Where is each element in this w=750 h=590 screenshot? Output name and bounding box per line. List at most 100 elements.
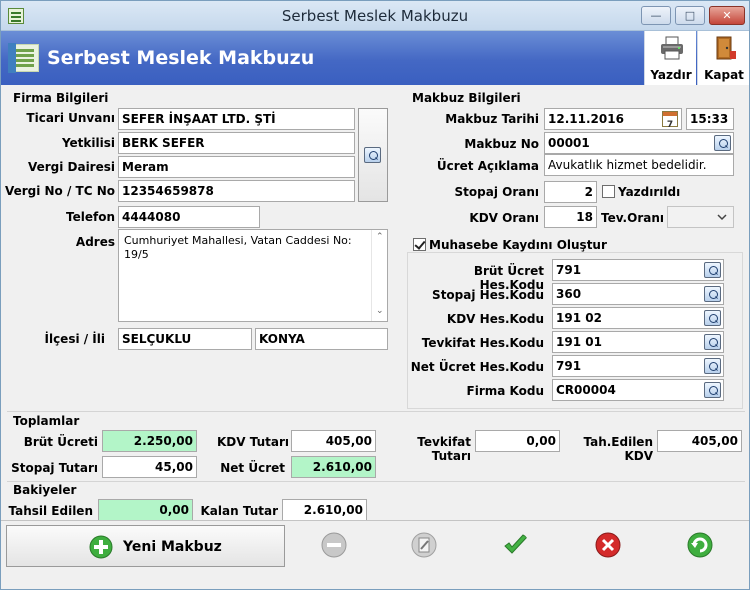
kdv-hes-value: 191 02 [556,311,602,325]
muhasebe-checkbox-label: Muhasebe Kaydını Oluştur [429,238,607,252]
ucret-aciklama-label: Ücret Açıklama [436,159,539,173]
brut-hes-field[interactable]: 791 [552,259,724,281]
form-title: Serbest Meslek Makbuzu [47,47,315,69]
save-button[interactable] [491,524,541,566]
kdv-hes-label: KDV Hes.Kodu [446,312,544,326]
tah-edilen-kdv-field[interactable]: 405,00 [657,430,742,452]
stopaj-hes-field[interactable]: 360 [552,283,724,305]
adres-label: Adres [75,235,115,249]
tah-edilen-kdv-label: Tah.Edilen KDV [583,435,653,463]
kalan-tutar-label: Kalan Tutar [200,504,279,518]
il-field[interactable]: KONYA [255,328,388,350]
net-ucret-label: Net Ücret [220,461,285,475]
adres-scrollbar[interactable]: ⌃ ⌄ [371,230,387,321]
search-icon[interactable] [704,382,721,398]
bakiyeler-section-label: Bakiyeler [13,483,77,497]
calendar-day: 7 [666,120,674,130]
kdv-orani-label: KDV Oranı [469,211,539,225]
makbuz-tarihi-value: 12.11.2016 [548,112,624,126]
new-receipt-button[interactable]: Yeni Makbuz [6,525,285,567]
firma-kodu-label: Firma Kodu [466,384,544,398]
vergi-no-field[interactable]: 12354659878 [118,180,355,202]
kdv-orani-field[interactable]: 18 [544,206,597,228]
refresh-button[interactable] [675,524,725,566]
firma-kodu-value: CR00004 [556,383,616,397]
new-receipt-label: Yeni Makbuz [123,539,222,555]
refresh-icon [687,532,713,558]
stopaj-tutari-field[interactable]: 45,00 [102,456,197,478]
tev-orani-select[interactable] [667,206,734,228]
tevkifat-hes-value: 191 01 [556,335,602,349]
search-icon[interactable] [704,286,721,302]
search-icon[interactable] [704,262,721,278]
makbuz-no-label: Makbuz No [464,137,539,151]
tahsil-edilen-label: Tahsil Edilen [8,504,93,518]
kdv-hes-field[interactable]: 191 02 [552,307,724,329]
close-window-button[interactable]: ✕ [709,6,745,25]
toplamlar-section-label: Toplamlar [13,414,80,428]
remove-button[interactable] [309,524,359,566]
makbuz-section-label: Makbuz Bilgileri [412,91,521,105]
net-hes-field[interactable]: 791 [552,355,724,377]
ucret-aciklama-field[interactable]: Avukatlık hizmet bedelidir. [544,154,734,176]
makbuz-tarihi-field[interactable]: 12.11.2016 7 [544,108,682,130]
calendar-icon[interactable]: 7 [662,111,678,130]
exit-label: Kapat [704,68,744,82]
makbuz-no-field[interactable]: 00001 [544,132,734,154]
ilce-field[interactable]: SELÇUKLU [118,328,252,350]
vergi-dairesi-field[interactable]: Meram [118,156,355,178]
net-ucret-field[interactable]: 2.610,00 [291,456,376,478]
ticari-unvan-field[interactable]: SEFER İNŞAAT LTD. ŞTİ [118,108,355,130]
firma-lookup-button[interactable] [358,108,388,202]
makbuz-saat-field[interactable]: 15:33 [686,108,734,130]
kalan-tutar-field[interactable]: 2.610,00 [282,499,367,521]
makbuz-no-value: 00001 [548,136,590,150]
telefon-field[interactable]: 4444080 [118,206,260,228]
exit-button[interactable]: Kapat [697,31,749,85]
search-icon[interactable] [704,358,721,374]
stopaj-orani-label: Stopaj Oranı [454,185,539,199]
receipt-logo-icon [8,43,39,73]
checkmark-icon [504,534,528,554]
tev-orani-label: Tev.Oranı [600,211,664,225]
stopaj-orani-field[interactable]: 2 [544,181,597,203]
delete-icon [595,532,621,558]
yazdirildi-label: Yazdırıldı [618,185,681,199]
delete-button[interactable] [583,524,633,566]
firma-kodu-field[interactable]: CR00004 [552,379,724,401]
brut-ucreti-field[interactable]: 2.250,00 [102,430,197,452]
divider [1,520,749,521]
search-icon [364,147,381,163]
edit-button[interactable] [399,524,449,566]
edit-icon [411,532,437,558]
tevkifat-hes-field[interactable]: 191 01 [552,331,724,353]
search-icon[interactable] [704,334,721,350]
ticari-unvan-label: Ticari Unvanı [26,111,115,125]
tevkifat-tutari-field[interactable]: 0,00 [475,430,560,452]
muhasebe-checkbox[interactable] [413,238,426,251]
adres-field[interactable]: Cumhuriyet Mahallesi, Vatan Caddesi No: … [118,229,388,322]
minus-icon [321,532,347,558]
print-label: Yazdır [650,68,692,82]
app-window: Serbest Meslek Makbuzu — □ ✕ Serbest Mes… [0,0,750,590]
scroll-up-icon[interactable]: ⌃ [376,232,384,242]
print-button[interactable]: Yazdır [644,31,696,85]
kdv-tutari-field[interactable]: 405,00 [291,430,376,452]
yazdirildi-checkbox[interactable] [602,185,615,198]
search-icon[interactable] [704,310,721,326]
adres-text: Cumhuriyet Mahallesi, Vatan Caddesi No: … [124,234,352,261]
scroll-down-icon[interactable]: ⌄ [376,306,384,316]
maximize-button[interactable]: □ [675,6,705,25]
yetkili-label: Yetkilisi [61,136,115,150]
minimize-button[interactable]: — [641,6,671,25]
divider [7,481,745,482]
search-icon[interactable] [714,135,731,151]
printer-icon [661,36,683,60]
tevkifat-hes-label: Tevkifat Hes.Kodu [421,336,544,350]
tevkifat-tutari-label: Tevkifat Tutarı [417,435,471,463]
divider [7,411,745,412]
yetkili-field[interactable]: BERK SEFER [118,132,355,154]
tahsil-edilen-field[interactable]: 0,00 [98,499,193,521]
chevron-down-icon [717,214,727,221]
kdv-tutari-label: KDV Tutarı [217,435,289,449]
